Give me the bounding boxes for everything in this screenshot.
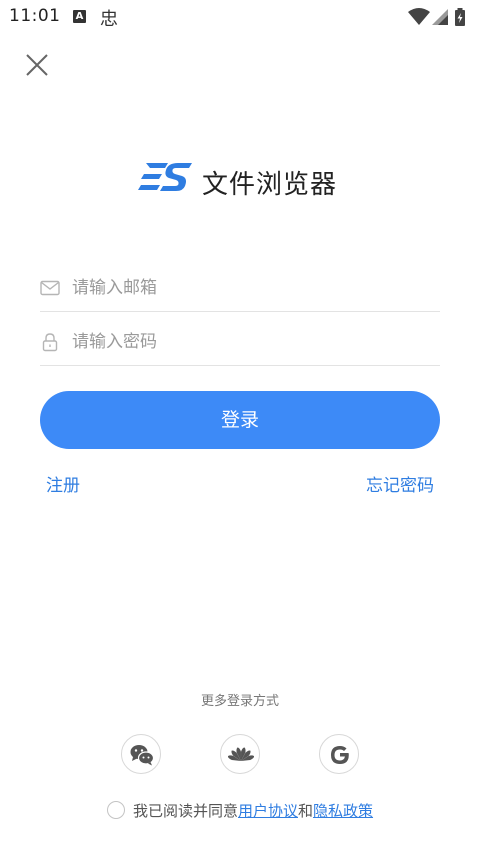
wechat-login-button[interactable] <box>121 734 161 774</box>
email-input[interactable] <box>72 272 432 304</box>
lock-icon <box>42 333 58 352</box>
login-button[interactable]: 登录 <box>40 391 440 449</box>
app-name: 文件浏览器 <box>202 170 338 200</box>
cellular-signal-icon <box>432 9 448 25</box>
forgot-password-link[interactable]: 忘记密码 <box>366 471 434 496</box>
register-link[interactable]: 注册 <box>46 471 80 496</box>
password-input[interactable] <box>72 326 432 358</box>
status-time: 11:01 <box>9 6 61 26</box>
wechat-icon <box>130 745 155 766</box>
google-icon <box>331 746 349 764</box>
keyboard-a-icon: A <box>73 10 86 23</box>
google-login-button[interactable] <box>319 734 359 774</box>
wifi-icon <box>408 8 430 25</box>
user-agreement-link[interactable]: 用户协议 <box>238 802 298 820</box>
close-icon <box>26 54 48 76</box>
es-logo-icon <box>138 163 192 191</box>
close-button[interactable] <box>22 50 52 80</box>
email-field-row <box>40 264 440 312</box>
huawei-login-button[interactable] <box>220 734 260 774</box>
more-login-title: 更多登录方式 <box>200 694 279 709</box>
agree-checkbox[interactable] <box>106 801 125 819</box>
status-right <box>408 8 472 26</box>
mail-icon <box>40 280 60 296</box>
status-bar: 11:01 A 忠 <box>0 0 480 34</box>
app-notification-icon: 忠 <box>100 9 118 30</box>
battery-icon <box>455 8 465 26</box>
app-logo: 文件浏览器 <box>138 160 348 204</box>
privacy-policy-link[interactable]: 隐私政策 <box>313 802 373 820</box>
agreement-prefix: 我已阅读并同意 <box>132 802 238 820</box>
huawei-icon <box>228 747 254 761</box>
agreement-and: 和 <box>298 802 314 820</box>
agreement-row: 我已阅读并同意用户协议和隐私政策 <box>0 800 480 821</box>
password-field-row <box>40 318 440 366</box>
